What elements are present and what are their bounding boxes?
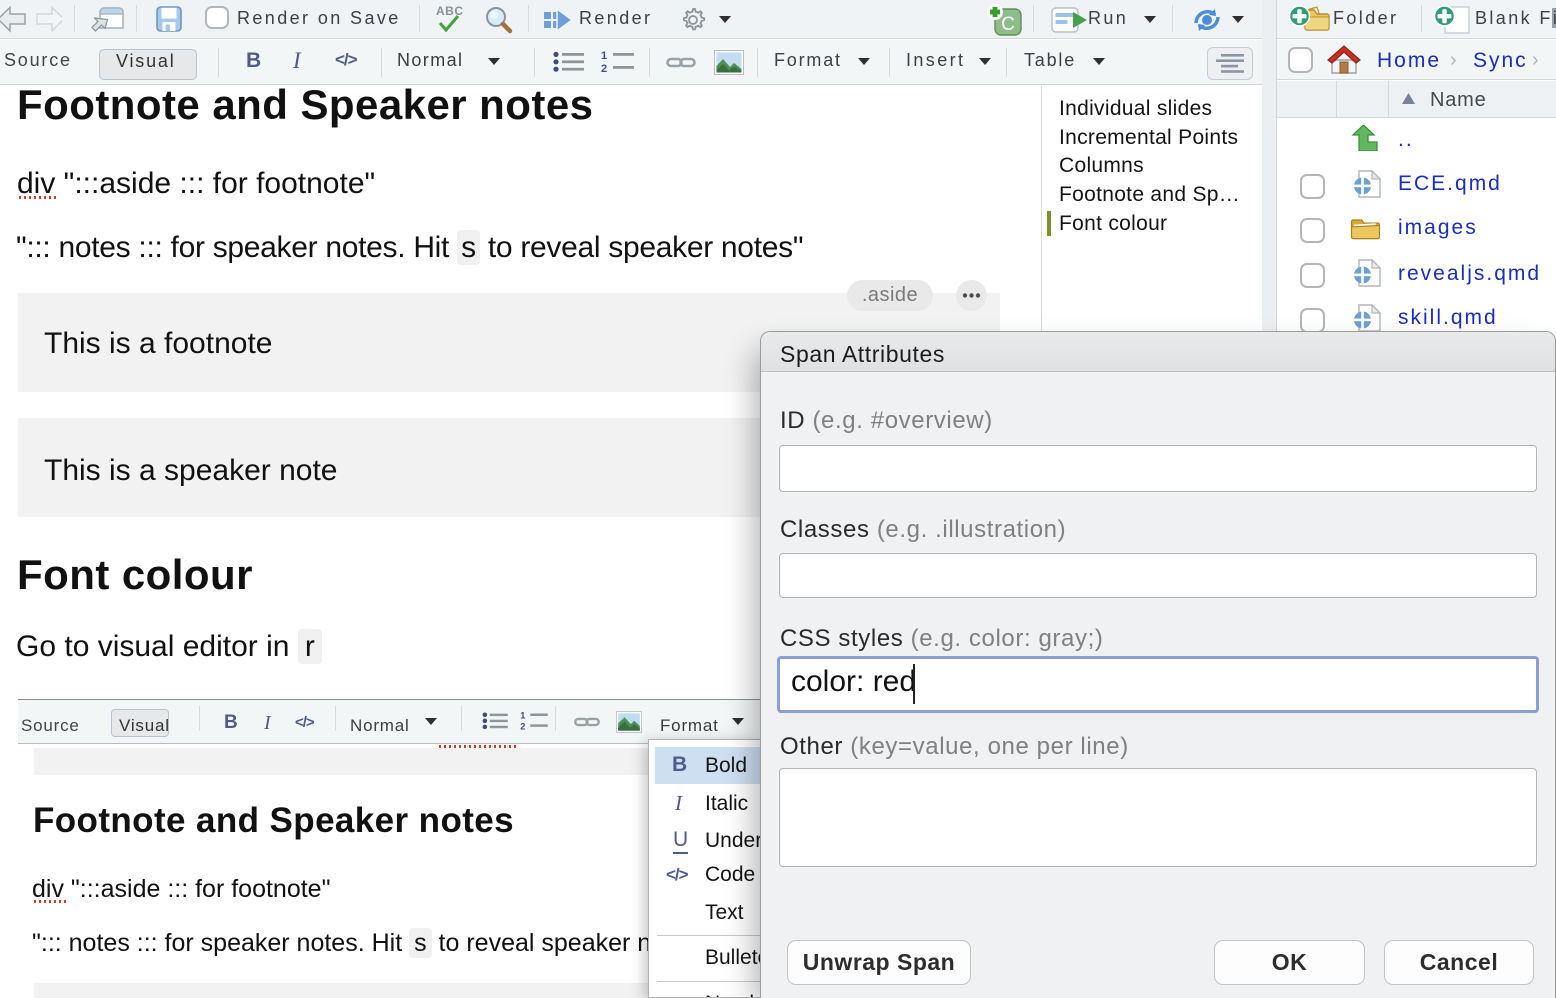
svg-text:1: 1 xyxy=(520,711,525,721)
svg-text:1: 1 xyxy=(601,50,607,62)
svg-text:2: 2 xyxy=(601,63,607,74)
svg-text:2: 2 xyxy=(520,721,525,731)
svg-text:C: C xyxy=(1001,14,1015,35)
